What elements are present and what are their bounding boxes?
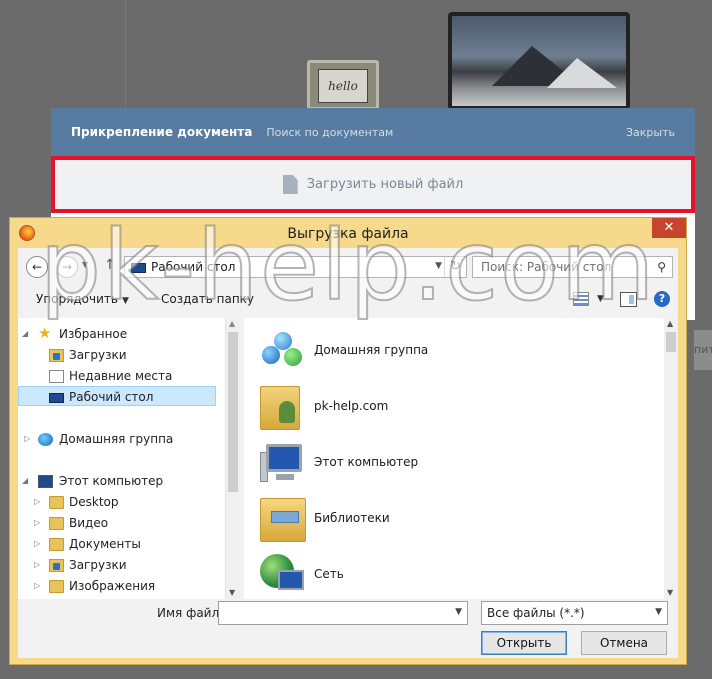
- organize-button[interactable]: Упорядочить ▼: [36, 292, 129, 306]
- chevron-down-icon: ▼: [121, 296, 129, 306]
- recent-places-icon: [49, 370, 64, 383]
- collapse-icon: ◢: [22, 476, 29, 485]
- tab-search-documents[interactable]: Поиск по документам: [266, 126, 393, 139]
- file-list: Домашняя группа pk-help.com Этот компьют…: [244, 318, 664, 599]
- help-icon[interactable]: ?: [654, 291, 670, 307]
- homegroup-icon: [38, 433, 53, 446]
- tree-item-recent-places[interactable]: Недавние места: [18, 366, 216, 386]
- attach-dialog-header: Прикрепление документа Поиск по документ…: [51, 108, 695, 156]
- expand-icon: ▷: [34, 518, 41, 527]
- address-location: Рабочий стол: [151, 260, 236, 274]
- upload-highlight-frame: Загрузить новый файл: [51, 156, 695, 213]
- list-item-this-pc[interactable]: Этот компьютер: [260, 438, 640, 488]
- homegroup-icon: [260, 330, 306, 374]
- dialog-body: ← → ▼ ↑ Рабочий стол ▼ ↻ Поиск: Рабочий …: [18, 248, 678, 658]
- file-upload-dialog: Выгрузка файла ✕ ← → ▼ ↑ Рабочий стол ▼ …: [9, 217, 687, 665]
- expand-icon: ▷: [34, 497, 41, 506]
- mountain-image: [452, 16, 626, 106]
- tree-item-downloads-pc[interactable]: ▷ Загрузки: [18, 555, 216, 575]
- background-thumbnail-hello: hello: [307, 60, 379, 110]
- open-button[interactable]: Открыть: [481, 631, 567, 655]
- file-type-value: Все файлы (*.*): [487, 606, 585, 620]
- scrollbar-thumb[interactable]: [228, 332, 238, 492]
- recent-locations-dropdown[interactable]: ▼: [82, 260, 88, 269]
- background-text-fragment: пити: [694, 330, 712, 370]
- address-bar[interactable]: Рабочий стол ▼ ↻: [124, 256, 467, 278]
- folder-icon: [49, 496, 64, 509]
- user-folder-icon: [260, 386, 300, 430]
- documents-folder-icon: [49, 538, 64, 551]
- change-view-icon[interactable]: [573, 292, 589, 306]
- collapse-icon: ◢: [22, 329, 29, 338]
- filename-input[interactable]: ▼: [218, 601, 468, 625]
- file-type-select[interactable]: Все файлы (*.*) ▼: [481, 601, 668, 625]
- upload-new-file-label: Загрузить новый файл: [306, 177, 464, 192]
- scroll-up-icon: ▲: [229, 319, 236, 328]
- downloads-folder-icon: [49, 559, 64, 572]
- search-placeholder: Поиск: Рабочий стол: [481, 260, 612, 274]
- view-options-dropdown[interactable]: ▼: [597, 294, 604, 304]
- scroll-down-icon: ▼: [229, 588, 236, 597]
- list-item-network[interactable]: Сеть: [260, 550, 640, 599]
- tree-item-downloads[interactable]: Загрузки: [18, 345, 216, 365]
- background-thumbnail-mountain: [448, 12, 630, 110]
- scroll-up-icon: ▲: [667, 319, 674, 328]
- star-icon: ★: [38, 324, 52, 342]
- up-button[interactable]: ↑: [104, 257, 116, 273]
- tree-item-desktop[interactable]: Рабочий стол: [18, 386, 216, 406]
- expand-icon: ▷: [34, 539, 41, 548]
- tree-item-favorites[interactable]: ◢ ★ Избранное: [18, 324, 216, 344]
- search-input[interactable]: Поиск: Рабочий стол ⚲: [472, 256, 673, 278]
- downloads-folder-icon: [49, 349, 64, 362]
- expand-icon: ▷: [34, 581, 41, 590]
- chevron-down-icon[interactable]: ▼: [655, 607, 662, 617]
- desktop-icon: [131, 263, 146, 273]
- background-divider: [125, 0, 126, 110]
- refresh-button[interactable]: ↻: [444, 257, 466, 277]
- toolbar: Упорядочить ▼ Создать папку ▼ ?: [18, 286, 678, 314]
- preview-pane-icon[interactable]: [620, 292, 637, 307]
- attach-dialog-close-link[interactable]: Закрыть: [626, 126, 675, 139]
- pictures-folder-icon: [49, 580, 64, 593]
- tree-item-homegroup[interactable]: ▷ Домашняя группа: [18, 429, 216, 449]
- file-list-scrollbar[interactable]: ▲ ▼: [664, 318, 678, 599]
- expand-icon: ▷: [34, 560, 41, 569]
- navigation-scrollbar[interactable]: ▲ ▼: [226, 318, 240, 599]
- expand-icon: ▷: [24, 434, 31, 443]
- computer-icon: [260, 442, 306, 486]
- address-dropdown-icon[interactable]: ▼: [435, 261, 442, 271]
- network-icon: [260, 554, 306, 598]
- hello-sign: hello: [318, 69, 368, 103]
- desktop-icon: [49, 393, 64, 403]
- scrollbar-thumb[interactable]: [666, 332, 676, 352]
- new-folder-button[interactable]: Создать папку: [161, 292, 254, 306]
- computer-icon: [38, 475, 53, 488]
- list-item-user-folder[interactable]: pk-help.com: [260, 382, 640, 432]
- list-item-homegroup[interactable]: Домашняя группа: [260, 326, 640, 376]
- list-item-libraries[interactable]: Библиотеки: [260, 494, 640, 544]
- search-icon[interactable]: ⚲: [657, 260, 666, 274]
- tree-item-documents[interactable]: ▷ Документы: [18, 534, 216, 554]
- video-folder-icon: [49, 517, 64, 530]
- dialog-titlebar: Выгрузка файла ✕: [10, 218, 686, 248]
- libraries-icon: [260, 498, 306, 542]
- tree-item-this-pc[interactable]: ◢ Этот компьютер: [18, 471, 216, 491]
- upload-new-file-button[interactable]: Загрузить новый файл: [55, 160, 691, 209]
- attach-dialog-title: Прикрепление документа: [71, 125, 253, 139]
- document-icon: [282, 175, 298, 194]
- tree-item-desktop-folder[interactable]: ▷ Desktop: [18, 492, 216, 512]
- forward-button[interactable]: →: [56, 256, 78, 278]
- cancel-button[interactable]: Отмена: [581, 631, 667, 655]
- dialog-close-button[interactable]: ✕: [652, 218, 686, 238]
- scroll-down-icon: ▼: [667, 588, 674, 597]
- chevron-down-icon[interactable]: ▼: [455, 607, 462, 617]
- address-row: ← → ▼ ↑ Рабочий стол ▼ ↻ Поиск: Рабочий …: [18, 254, 678, 280]
- tree-item-video[interactable]: ▷ Видео: [18, 513, 216, 533]
- tree-item-pictures[interactable]: ▷ Изображения: [18, 576, 216, 596]
- back-button[interactable]: ←: [26, 256, 48, 278]
- navigation-pane: ◢ ★ Избранное Загрузки Недавние места Ра…: [18, 318, 226, 599]
- dialog-title: Выгрузка файла: [287, 226, 409, 242]
